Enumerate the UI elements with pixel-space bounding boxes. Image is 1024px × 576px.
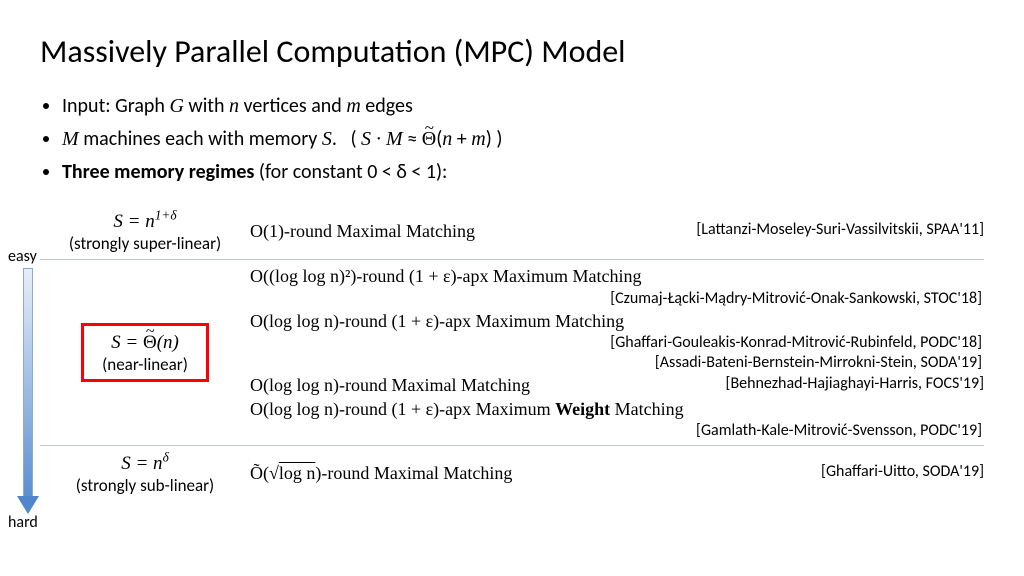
arrow-label-easy: easy [8, 247, 37, 266]
bullet-2: M machines each with memory S. ( S · M ≈… [62, 124, 984, 155]
bullet-list: Input: Graph G with n vertices and m edg… [40, 91, 984, 188]
citation: [Ghaffari-Uitto, SODA'19] [821, 462, 984, 482]
result-text: O(1)-round Maximal Matching [250, 221, 475, 241]
regime-row-superlinear: S = n1+δ (strongly super-linear) O(1)-ro… [40, 208, 984, 259]
bullet-3: Three memory regimes (for constant 0 < δ… [62, 157, 984, 188]
citation: [Lattanzi-Moseley-Suri-Vassilvitskii, SP… [696, 220, 984, 240]
arrow-label-hard: hard [8, 513, 38, 532]
slide-title: Massively Parallel Computation (MPC) Mod… [40, 32, 984, 71]
regimes-table: S = n1+δ (strongly super-linear) O(1)-ro… [40, 208, 984, 501]
regime-row-sublinear: S = nδ (strongly sub-linear) Õ(√log n)-r… [40, 445, 984, 501]
highlight-box: S = Θ(n) (near-linear) [81, 323, 209, 383]
regime-row-nearlinear: S = Θ(n) (near-linear) O((log log n)²)-r… [40, 259, 984, 445]
difficulty-arrow-icon [20, 268, 34, 512]
bullet-1: Input: Graph G with n vertices and m edg… [62, 91, 984, 122]
